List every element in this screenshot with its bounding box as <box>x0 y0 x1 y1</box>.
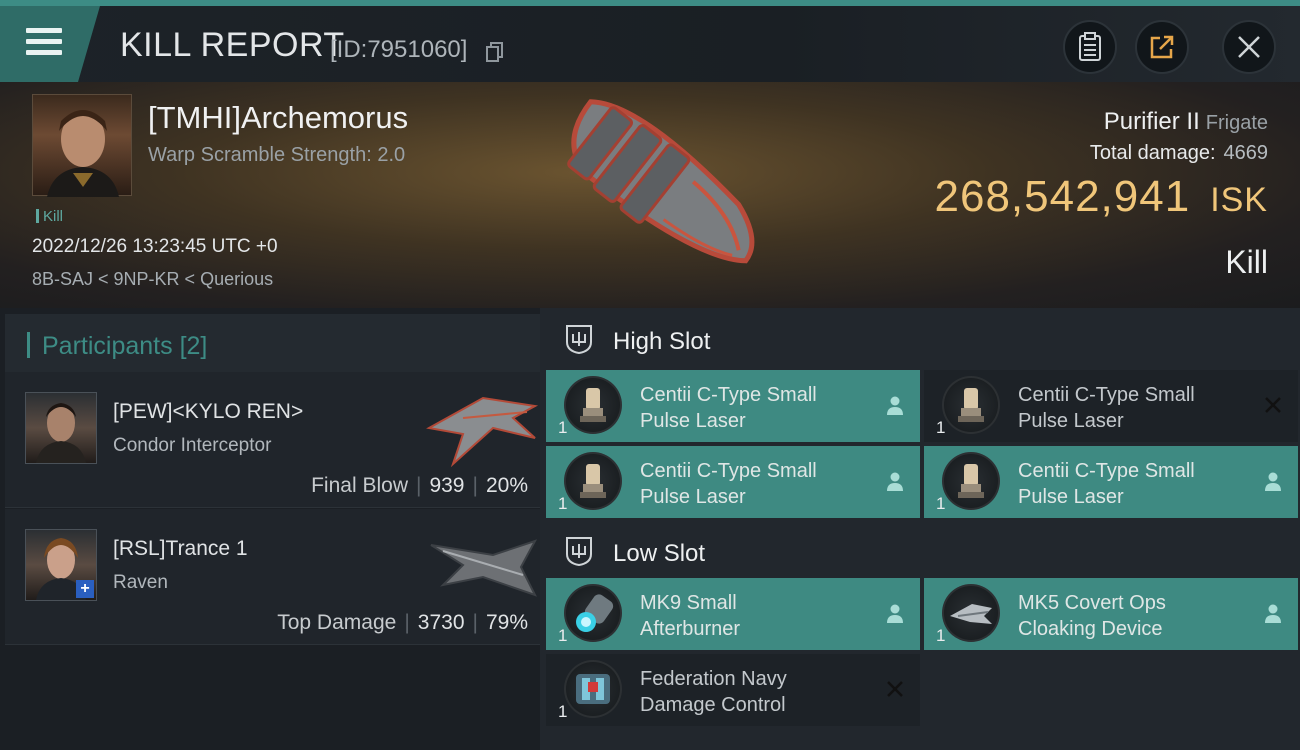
victim-name[interactable]: [TMHI]Archemorus <box>148 100 408 136</box>
clipboard-icon <box>1079 32 1101 61</box>
participants-count: [2] <box>179 332 208 360</box>
module-name: MK9 Small Afterburner <box>640 592 741 640</box>
participant-role: Final Blow <box>311 474 408 497</box>
low-slot-label: Low Slot <box>613 540 706 567</box>
module-name: Federation Navy Damage Control <box>640 668 787 716</box>
participants-panel: Participants [2] [PEW]<KYLO REN> Condor … <box>0 308 540 750</box>
participant-percent: 79% <box>485 611 528 634</box>
victim-portrait[interactable] <box>32 94 132 197</box>
module-item[interactable]: 1 Centii C-Type Small Pulse Laser <box>924 370 1298 442</box>
participant-stats: Top Damage | 3730 | 79% <box>277 611 528 634</box>
victim-ship-line: Purifier II Frigate <box>1104 108 1268 136</box>
person-icon <box>887 472 903 491</box>
module-quantity: 1 <box>558 494 568 513</box>
share-button[interactable] <box>1135 20 1189 74</box>
high-slot-label: High Slot <box>613 328 711 355</box>
kill-location[interactable]: 8B-SAJ < 9NP-KR < Querious <box>32 269 273 290</box>
isk-amount: 268,542,941 <box>934 172 1191 221</box>
module-item[interactable]: 1 Centii C-Type Small Pulse Laser <box>546 446 920 518</box>
module-item[interactable]: 1 Centii C-Type Small Pulse Laser <box>546 370 920 442</box>
participants-label: Participants [2] <box>27 332 207 361</box>
victim-banner: [TMHI]Archemorus Warp Scramble Strength:… <box>0 82 1300 308</box>
hamburger-icon <box>26 28 62 61</box>
kill-tag: Kill <box>36 208 63 225</box>
victim-ship-name[interactable]: Purifier II <box>1104 108 1200 135</box>
page-title: KILL REPORT <box>120 26 345 64</box>
participant-ship: Raven <box>113 572 168 593</box>
victim-ship-image <box>567 99 755 264</box>
person-icon <box>887 396 903 415</box>
clipboard-button[interactable] <box>1063 20 1117 74</box>
copy-icon[interactable] <box>486 42 504 62</box>
close-button[interactable] <box>1222 20 1276 74</box>
pulse-laser-icon <box>942 452 1000 510</box>
module-name: Centii C-Type Small Pulse Laser <box>1018 384 1195 432</box>
module-name: MK5 Covert Ops Cloaking Device <box>1018 592 1166 640</box>
slot-shield-icon <box>566 325 592 354</box>
participant-stats: Final Blow | 939 | 20% <box>311 474 528 497</box>
close-icon <box>1238 36 1260 58</box>
module-item[interactable]: 1 Centii C-Type Small Pulse Laser <box>924 446 1298 518</box>
module-name: Centii C-Type Small Pulse Laser <box>640 460 817 508</box>
pulse-laser-icon <box>942 376 1000 434</box>
participant-role: Top Damage <box>277 611 397 634</box>
participant-damage: 3730 <box>417 611 465 634</box>
module-quantity: 1 <box>558 626 568 645</box>
top-bar: KILL REPORT [ID:7951060] <box>0 0 1300 82</box>
module-quantity: 1 <box>936 418 946 437</box>
module-item[interactable]: 1 MK5 Covert Ops Cloaking Device <box>924 578 1298 650</box>
module-quantity: 1 <box>936 626 946 645</box>
participant-damage: 939 <box>429 474 465 497</box>
participants-tab[interactable]: Participants [2] <box>5 314 540 374</box>
total-damage: Total damage: 4669 <box>1090 142 1268 165</box>
kill-datetime: 2022/12/26 13:23:45 UTC +0 <box>32 236 278 257</box>
pulse-laser-icon <box>564 376 622 434</box>
module-quantity: 1 <box>558 702 568 721</box>
afterburner-icon <box>564 584 622 642</box>
avatar <box>25 392 97 464</box>
module-name: Centii C-Type Small Pulse Laser <box>640 384 817 432</box>
avatar: + <box>25 529 97 601</box>
participant-ship: Condor Interceptor <box>113 435 272 456</box>
participant-name: [RSL]Trance 1 <box>113 537 248 560</box>
report-id: [ID:7951060] <box>330 36 468 63</box>
total-damage-label: Total damage: <box>1089 142 1216 164</box>
close-icon <box>887 681 903 697</box>
warp-scramble-strength: Warp Scramble Strength: 2.0 <box>148 144 406 166</box>
participant-ship-image <box>430 539 538 597</box>
module-item[interactable]: 1 MK9 Small Afterburner <box>546 578 920 650</box>
pulse-laser-icon <box>564 452 622 510</box>
slot-shield-icon <box>566 537 592 566</box>
participant-row[interactable]: + [RSL]Trance 1 Raven Top Damage | 3730 | 79… <box>5 509 540 645</box>
cloaking-device-icon <box>942 584 1000 642</box>
person-icon <box>1265 604 1281 623</box>
module-quantity: 1 <box>558 418 568 437</box>
isk-value: 268,542,941 ISK <box>935 172 1269 222</box>
participant-percent: 20% <box>485 474 528 497</box>
victim-ship-class: Frigate <box>1205 112 1268 134</box>
participant-row[interactable]: [PEW]<KYLO REN> Condor Interceptor Final… <box>5 372 540 508</box>
close-icon <box>1265 397 1281 413</box>
person-icon <box>887 604 903 623</box>
module-quantity: 1 <box>936 494 946 513</box>
participant-ship-image <box>426 396 539 468</box>
plus-icon: + <box>76 580 94 598</box>
fitting-panel: High Slot 1 Centii C-Type Small Pulse Las… <box>540 308 1300 750</box>
person-icon <box>1265 472 1281 491</box>
damage-control-icon <box>564 660 622 718</box>
total-damage-value: 4669 <box>1223 142 1269 164</box>
module-name: Centii C-Type Small Pulse Laser <box>1018 460 1195 508</box>
participant-name: [PEW]<KYLO REN> <box>113 400 304 423</box>
share-icon <box>1150 35 1174 59</box>
high-slot-header: High Slot <box>540 308 1300 370</box>
module-item[interactable]: 1 Federation Navy Damage Control <box>546 654 920 726</box>
low-slot-header: Low Slot <box>540 520 1300 582</box>
kill-result: Kill <box>1225 244 1268 280</box>
isk-unit: ISK <box>1210 181 1268 219</box>
menu-button[interactable] <box>0 6 100 82</box>
